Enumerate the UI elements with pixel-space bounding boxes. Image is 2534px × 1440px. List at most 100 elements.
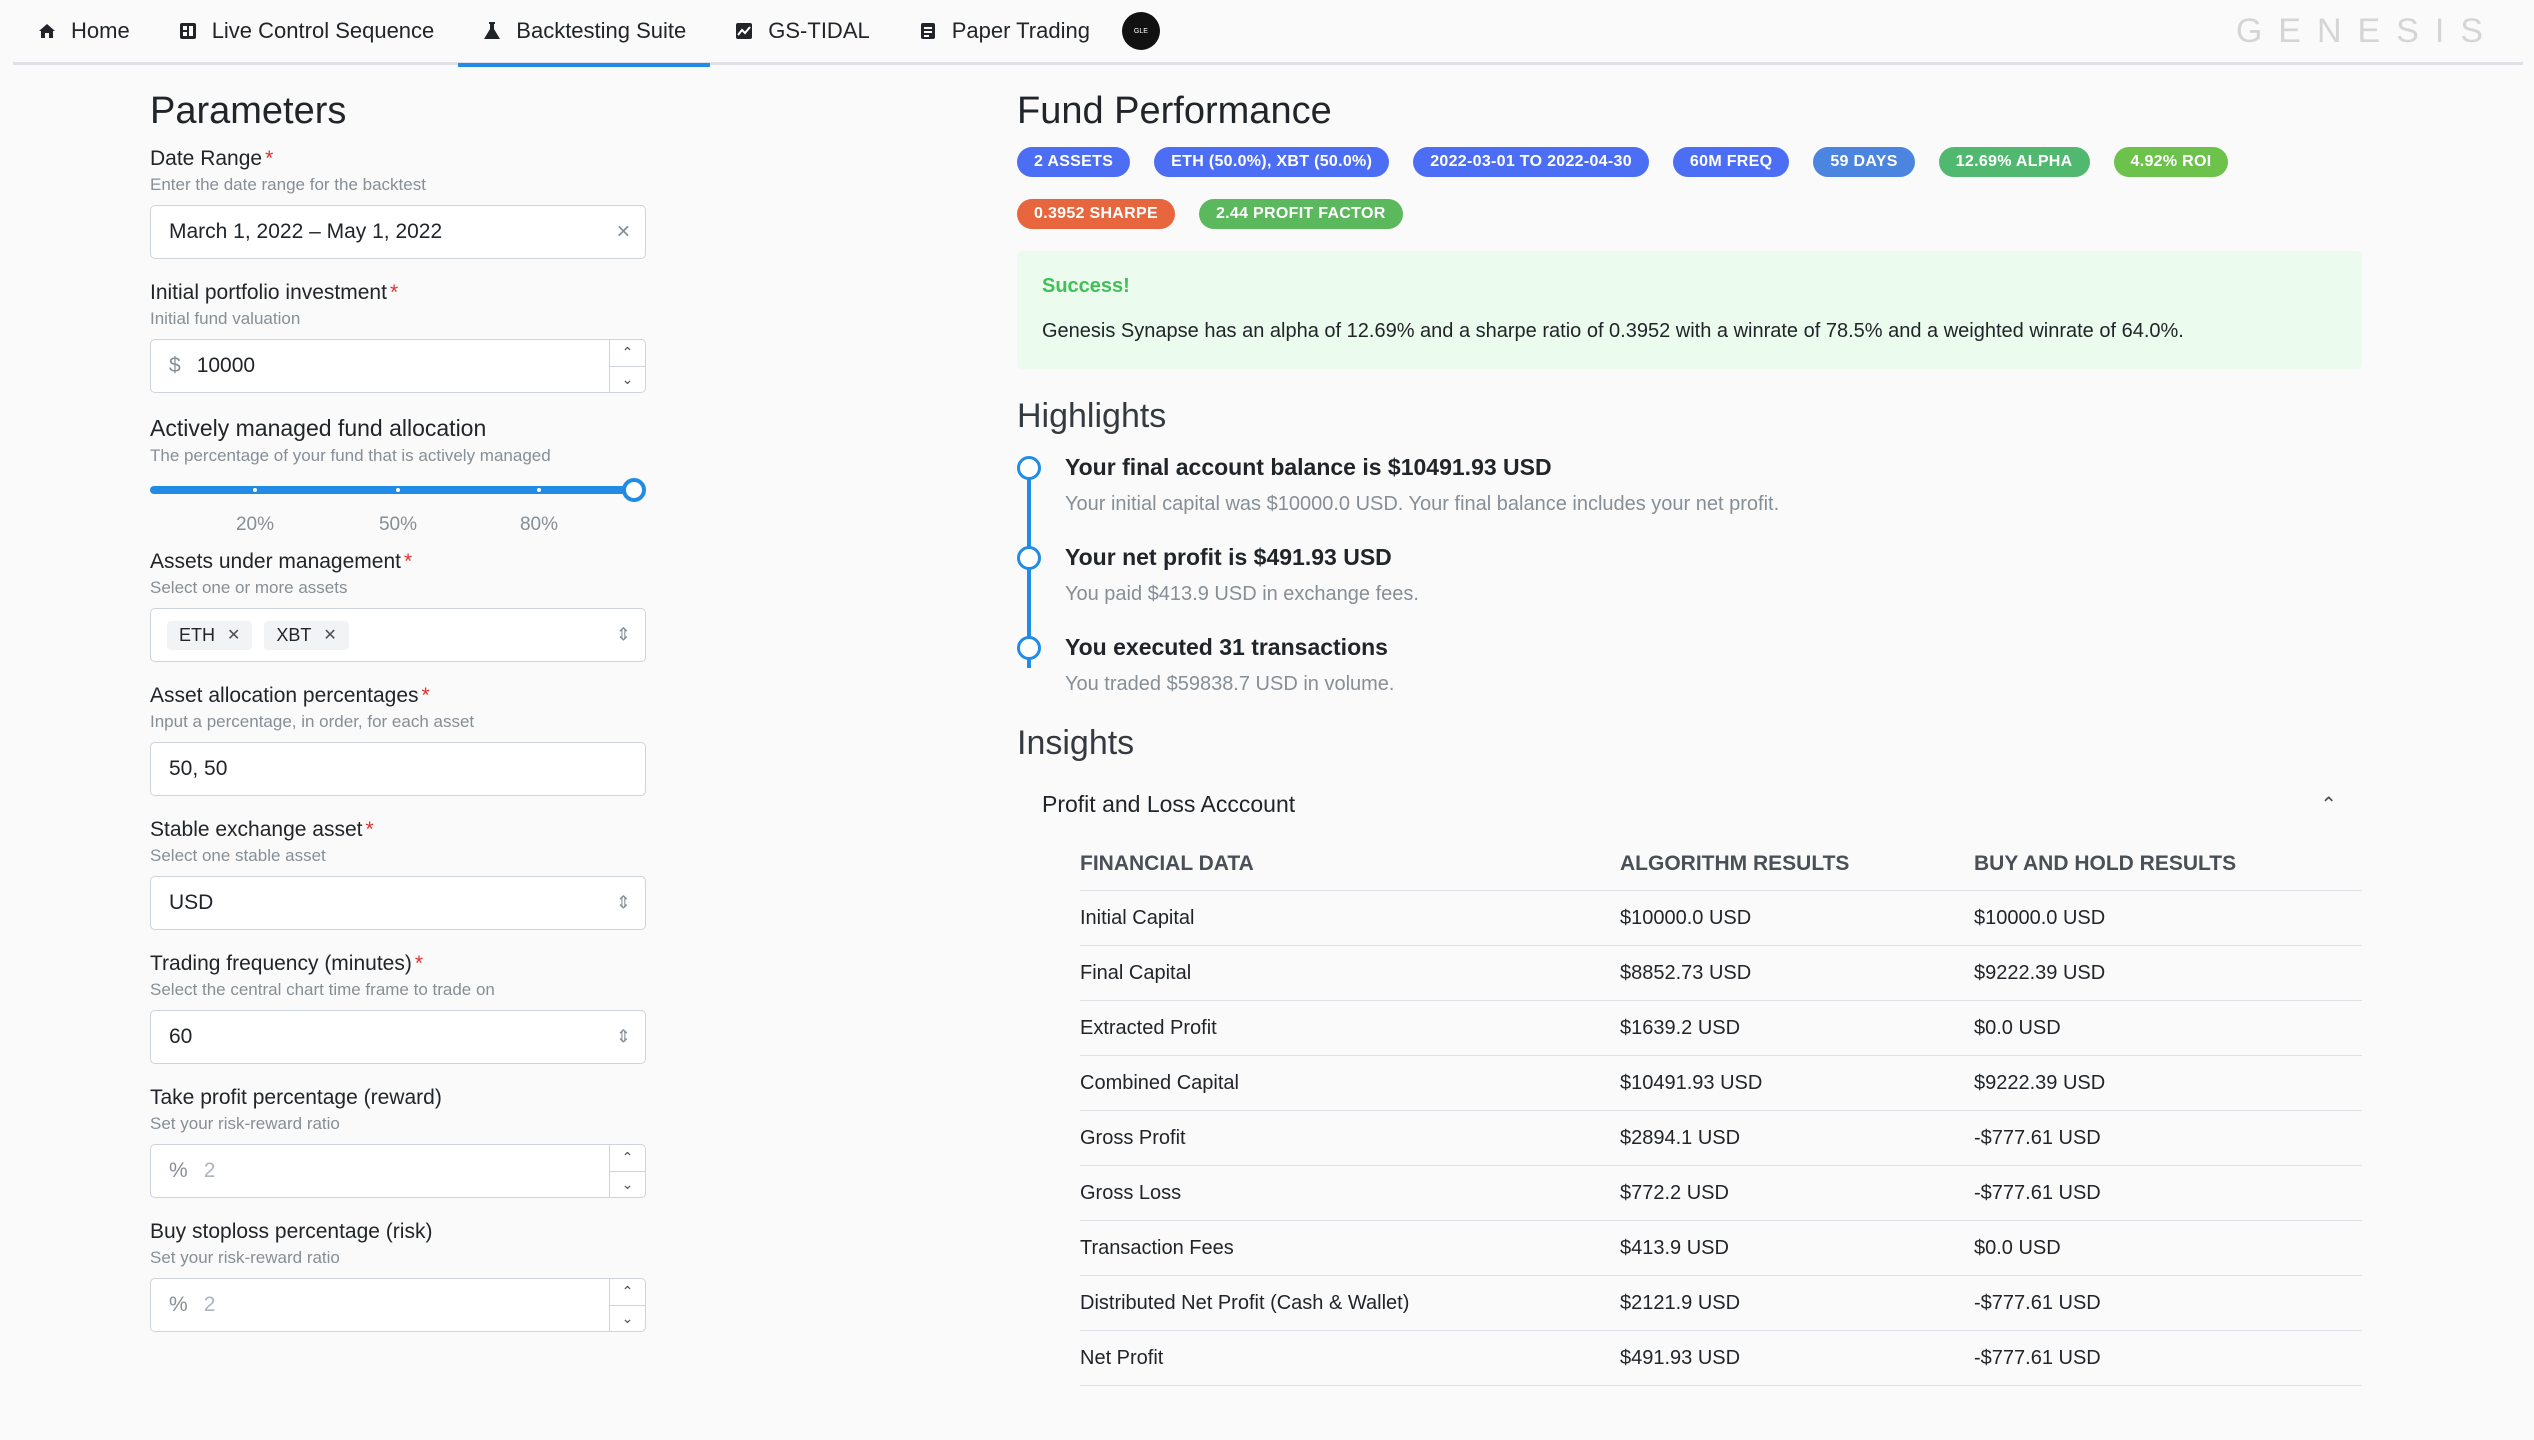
number-stepper: ⌃ ⌄ <box>609 1279 645 1331</box>
table-cell: $413.9 USD <box>1620 1220 1974 1276</box>
slider-tick <box>396 488 400 492</box>
freq-value: 60 <box>169 1025 193 1048</box>
success-alert: Success! Genesis Synapse has an alpha of… <box>1017 251 2362 369</box>
stat-badge: 4.92% ROI <box>2113 147 2229 177</box>
stable-select[interactable]: USD ⇕ <box>150 876 646 930</box>
tab-home[interactable]: Home <box>13 0 154 64</box>
table-cell: $772.2 USD <box>1620 1165 1974 1221</box>
take-profit-value: 2 <box>203 1159 216 1182</box>
timeline-dot <box>1017 456 1041 480</box>
badge-list: 2 Assets ETH (50.0%), XBT (50.0%) 2022-03-… <box>1017 147 2362 229</box>
table-cell: $10000.0 USD <box>1620 890 1974 946</box>
table-cell: $2894.1 USD <box>1620 1110 1974 1166</box>
tab-gs-tidal[interactable]: GS-TIDAL <box>710 0 893 64</box>
alert-title: Success! <box>1042 275 1130 297</box>
table-cell: Combined Capital <box>1080 1055 1620 1111</box>
stat-badge: 59 Days <box>1813 147 1915 177</box>
assets-multiselect[interactable]: ETH ✕ XBT ✕ ⇕ <box>150 608 646 662</box>
table-row: Final Capital $8852.73 USD $9222.39 USD <box>1080 945 2362 1001</box>
accordion-header[interactable]: Profit and Loss Acccount ⌃ <box>1017 763 2362 838</box>
take-profit-label: Take profit percentage (reward) <box>150 1086 442 1109</box>
remove-icon[interactable]: ✕ <box>227 625 240 645</box>
stat-badge: ETH (50.0%), XBT (50.0%) <box>1154 147 1390 177</box>
date-range-input[interactable]: March 1, 2022 – May 1, 2022 ✕ <box>150 205 646 259</box>
remove-icon[interactable]: ✕ <box>323 625 336 645</box>
increment-button[interactable]: ⌃ <box>610 1279 645 1306</box>
stoploss-field: Buy stoploss percentage (risk) Set your … <box>150 1220 646 1332</box>
timeline-title: Your final account balance is $10491.93 … <box>1065 454 1552 480</box>
slider-tick <box>253 488 257 492</box>
freq-select[interactable]: 60 ⇕ <box>150 1010 646 1064</box>
asset-pct-input[interactable]: 50, 50 <box>150 742 646 796</box>
home-icon <box>37 21 57 41</box>
highlights-title: Highlights <box>1017 397 1167 435</box>
timeline-item: Your final account balance is $10491.93 … <box>1017 454 2362 516</box>
stable-value: USD <box>169 891 214 914</box>
stable-label: Stable exchange asset <box>150 818 363 841</box>
allocation-slider[interactable]: 20% 50% 80% <box>150 476 646 535</box>
stat-badge: 2 Assets <box>1017 147 1131 177</box>
investment-desc: Initial fund valuation <box>150 309 301 328</box>
highlights-timeline: Your final account balance is $10491.93 … <box>1017 454 2362 696</box>
avatar[interactable]: GLE <box>1121 12 1160 50</box>
required-asterisk: * <box>265 147 274 170</box>
tab-backtesting-suite[interactable]: Backtesting Suite <box>458 0 711 67</box>
decrement-button[interactable]: ⌄ <box>610 1172 645 1198</box>
increment-button[interactable]: ⌃ <box>610 1145 645 1172</box>
insights-title: Insights <box>1017 724 1135 762</box>
clear-icon[interactable]: ✕ <box>616 222 631 243</box>
select-chevron-icon: ⇕ <box>615 624 631 645</box>
column-header: Financial Data <box>1080 838 1620 891</box>
slider-track <box>150 486 636 494</box>
table-cell: -$777.61 USD <box>1974 1275 2362 1331</box>
required-asterisk: * <box>421 684 430 707</box>
table-cell: $1639.2 USD <box>1620 1000 1974 1056</box>
column-header: Buy and Hold Results <box>1974 838 2362 891</box>
table-cell: $0.0 USD <box>1974 1000 2362 1056</box>
alert-text: Genesis Synapse has an alpha of 12.69% a… <box>1042 320 2184 342</box>
accordion-label: Profit and Loss Acccount <box>1042 791 1296 817</box>
date-range-value: March 1, 2022 – May 1, 2022 <box>169 220 443 243</box>
slider-thumb[interactable] <box>622 478 646 502</box>
slider-mark: 80% <box>519 514 559 535</box>
stat-badge: 60m Freq <box>1672 147 1790 177</box>
date-range-desc: Enter the date range for the backtest <box>150 175 426 194</box>
table-cell: $10000.0 USD <box>1974 890 2362 946</box>
table-cell: -$777.61 USD <box>1974 1110 2362 1166</box>
table-cell: Gross Profit <box>1080 1110 1620 1166</box>
increment-button[interactable]: ⌃ <box>610 340 645 367</box>
tab-label: GS-TIDAL <box>768 18 870 43</box>
stable-field: Stable exchange asset * Select one stable… <box>150 818 646 930</box>
dashboard-icon <box>178 21 198 41</box>
table-row: Initial Capital $10000.0 USD $10000.0 USD <box>1080 890 2362 946</box>
timeline-item: You executed 31 transactions You traded … <box>1017 634 2362 696</box>
stat-badge: 12.69% Alpha <box>1938 147 2090 177</box>
table-cell: $9222.39 USD <box>1974 945 2362 1001</box>
tab-live-control-sequence[interactable]: Live Control Sequence <box>154 0 459 64</box>
table-cell: Distributed Net Profit (Cash & Wallet) <box>1080 1275 1620 1331</box>
investment-input[interactable]: $ 10000 ⌃ ⌄ <box>150 339 646 393</box>
freq-label: Trading frequency (minutes) <box>150 952 412 975</box>
decrement-button[interactable]: ⌄ <box>610 367 645 393</box>
stoploss-input[interactable]: % 2 ⌃ ⌄ <box>150 1278 646 1332</box>
table-header-row: Financial Data Algorithm Results Buy and… <box>1080 838 2362 891</box>
top-nav: Home Live Control Sequence Backtesting S… <box>13 0 2523 67</box>
allocation-field: Actively managed fund allocation The per… <box>150 415 646 535</box>
tab-paper-trading[interactable]: Paper Trading <box>894 0 1114 64</box>
tab-label: Live Control Sequence <box>211 18 435 43</box>
take-profit-desc: Set your risk-reward ratio <box>150 1114 340 1133</box>
parameters-panel: Parameters Date Range * Enter the date ra… <box>150 90 646 1354</box>
select-chevron-icon: ⇕ <box>615 892 631 913</box>
table-row: Net Profit $491.93 USD -$777.61 USD <box>1080 1330 2362 1386</box>
decrement-button[interactable]: ⌄ <box>610 1306 645 1332</box>
table-row: Distributed Net Profit (Cash & Wallet) $2… <box>1080 1275 2362 1331</box>
freq-desc: Select the central chart time frame to t… <box>150 980 495 999</box>
flask-icon <box>482 21 502 41</box>
freq-field: Trading frequency (minutes) * Select the … <box>150 952 646 1064</box>
table-cell: $9222.39 USD <box>1974 1055 2362 1111</box>
allocation-label: Actively managed fund allocation <box>150 415 487 441</box>
table-row: Transaction Fees $413.9 USD $0.0 USD <box>1080 1220 2362 1276</box>
table-row: Combined Capital $10491.93 USD $9222.39 US… <box>1080 1055 2362 1111</box>
slider-tick <box>537 488 541 492</box>
take-profit-input[interactable]: % 2 ⌃ ⌄ <box>150 1144 646 1198</box>
